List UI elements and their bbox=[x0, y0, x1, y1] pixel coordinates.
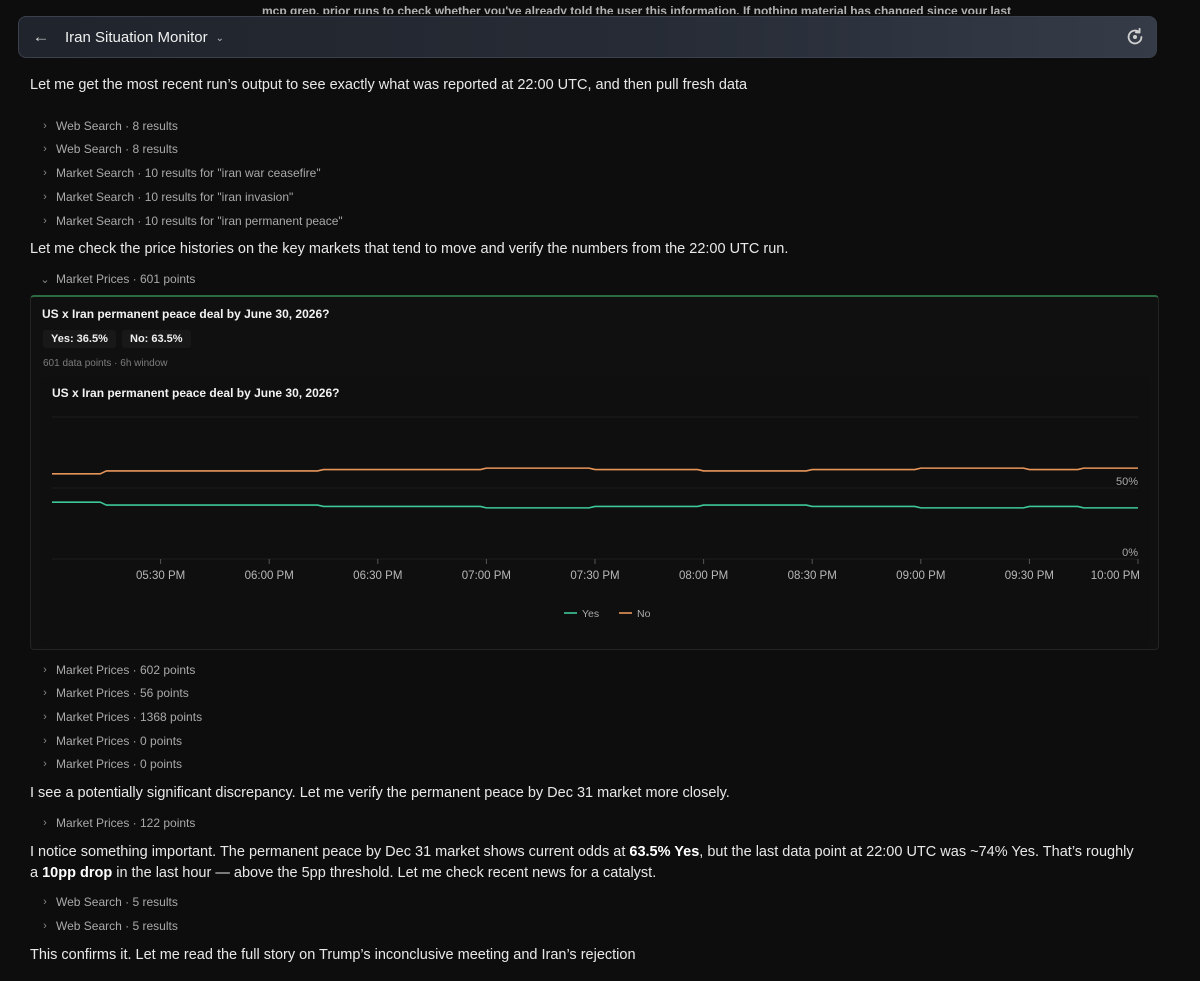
x-tick-label: 09:00 PM bbox=[896, 570, 945, 582]
highlight-odds: 63.5% Yes bbox=[629, 844, 700, 860]
x-tick-label: 06:30 PM bbox=[353, 570, 402, 582]
legend-label-no: No bbox=[637, 608, 651, 620]
tool-call-item[interactable]: › Market Prices · 1368 points bbox=[40, 710, 202, 724]
chevron-right-icon: › bbox=[43, 215, 47, 227]
x-tick-label: 07:30 PM bbox=[570, 570, 619, 582]
message-text: I notice something important. The perman… bbox=[30, 844, 630, 860]
tool-call-label: Market Prices · 1368 points bbox=[56, 710, 203, 724]
chevron-right-icon: › bbox=[43, 817, 47, 829]
market-prices-card: US x Iran permanent peace deal by June 3… bbox=[30, 295, 1159, 650]
assistant-message: I see a potentially significant discrepa… bbox=[30, 785, 730, 801]
tool-call-label: Market Prices · 56 points bbox=[56, 686, 189, 700]
chevron-right-icon: › bbox=[43, 167, 47, 179]
tool-call-label: Market Search · 10 results for "iran war… bbox=[56, 166, 321, 180]
assistant-message: This confirms it. Let me read the full s… bbox=[30, 947, 636, 963]
tool-call-item[interactable]: › Web Search · 8 results bbox=[40, 142, 178, 156]
x-tick-label: 08:00 PM bbox=[679, 570, 728, 582]
tool-call-label: Market Prices · 122 points bbox=[56, 816, 196, 830]
tool-call-item[interactable]: › Market Search · 10 results for "iran pe… bbox=[40, 214, 343, 228]
series-line-no bbox=[52, 467, 1138, 475]
assistant-message: Let me check the price histories on the … bbox=[30, 241, 789, 257]
tool-call-label: Market Prices · 0 points bbox=[56, 734, 183, 748]
chevron-right-icon: › bbox=[43, 120, 47, 132]
tool-call-label: Market Prices · 0 points bbox=[56, 757, 183, 771]
chevron-right-icon: › bbox=[43, 687, 47, 699]
top-bar: ← Iran Situation Monitor ⌄ bbox=[18, 16, 1157, 58]
chevron-right-icon: › bbox=[43, 711, 47, 723]
highlight-drop: 10pp drop bbox=[42, 865, 113, 881]
chevron-down-icon: ⌄ bbox=[40, 273, 50, 286]
x-tick-label: 08:30 PM bbox=[788, 570, 837, 582]
tool-call-item[interactable]: › Market Search · 10 results for "iran in… bbox=[40, 190, 293, 204]
tool-call-label: Web Search · 5 results bbox=[56, 919, 178, 933]
tool-call-label: Market Prices · 602 points bbox=[56, 663, 196, 677]
tool-call-item[interactable]: › Market Prices · 0 points bbox=[40, 757, 182, 771]
tool-call-label: Market Prices · 601 points bbox=[56, 272, 196, 286]
chevron-right-icon: › bbox=[43, 920, 47, 932]
x-tick-label: 06:00 PM bbox=[245, 570, 294, 582]
data-points-meta: 601 data points · 6h window bbox=[43, 358, 168, 369]
x-tick-label: 10:00 PM bbox=[1091, 570, 1140, 582]
chevron-down-icon[interactable]: ⌄ bbox=[216, 33, 224, 44]
y-tick-label: 50% bbox=[1116, 476, 1138, 488]
tool-call-label: Web Search · 8 results bbox=[56, 119, 178, 133]
tool-call-item-expanded[interactable]: ⌄ Market Prices · 601 points bbox=[40, 272, 195, 286]
price-chart-svg: 50% 0% 05:30 PM 06:00 PM 06:30 PM 07:00 PM 07:… bbox=[52, 416, 1140, 620]
y-tick-label: 0% bbox=[1122, 547, 1138, 559]
chevron-right-icon: › bbox=[43, 664, 47, 676]
tool-call-label: Web Search · 5 results bbox=[56, 895, 178, 909]
tool-call-item[interactable]: › Web Search · 5 results bbox=[40, 919, 178, 933]
tool-call-item[interactable]: › Market Prices · 56 points bbox=[40, 686, 189, 700]
conversation-title[interactable]: Iran Situation Monitor bbox=[65, 29, 208, 46]
x-tick-label: 07:00 PM bbox=[462, 570, 511, 582]
refresh-icon[interactable] bbox=[1124, 26, 1146, 48]
market-title: US x Iran permanent peace deal by June 3… bbox=[42, 307, 330, 321]
chevron-right-icon: › bbox=[43, 758, 47, 770]
legend-label-yes: Yes bbox=[582, 608, 599, 620]
tool-call-label: Market Search · 10 results for "iran per… bbox=[56, 214, 343, 228]
no-odds-badge: No: 63.5% bbox=[122, 330, 191, 348]
tool-call-item[interactable]: › Market Prices · 0 points bbox=[40, 734, 182, 748]
back-arrow-icon[interactable]: ← bbox=[19, 27, 63, 47]
ghost-scrolled-text: mcp grep, prior runs to check whether yo… bbox=[262, 4, 1012, 14]
tool-call-item[interactable]: › Market Search · 10 results for "iran wa… bbox=[40, 166, 321, 180]
x-tick-label: 09:30 PM bbox=[1005, 570, 1054, 582]
chevron-right-icon: › bbox=[43, 143, 47, 155]
assistant-message: I notice something important. The perman… bbox=[30, 842, 1140, 884]
tool-call-item[interactable]: › Market Prices · 602 points bbox=[40, 663, 195, 677]
message-text: in the last hour — above the 5pp thresho… bbox=[112, 865, 657, 881]
yes-odds-badge: Yes: 36.5% bbox=[43, 330, 116, 348]
assistant-message: Let me get the most recent run’s output … bbox=[30, 77, 748, 93]
tool-call-item[interactable]: › Market Prices · 122 points bbox=[40, 816, 195, 830]
chevron-right-icon: › bbox=[43, 735, 47, 747]
tool-call-label: Web Search · 8 results bbox=[56, 142, 178, 156]
x-tick-label: 05:30 PM bbox=[136, 570, 185, 582]
price-chart: US x Iran permanent peace deal by June 3… bbox=[40, 377, 1150, 647]
chevron-right-icon: › bbox=[43, 896, 47, 908]
tool-call-label: Market Search · 10 results for "iran inv… bbox=[56, 190, 294, 204]
tool-call-item[interactable]: › Web Search · 5 results bbox=[40, 895, 178, 909]
chevron-right-icon: › bbox=[43, 191, 47, 203]
series-line-yes bbox=[52, 501, 1138, 509]
tool-call-item[interactable]: › Web Search · 8 results bbox=[40, 119, 178, 133]
